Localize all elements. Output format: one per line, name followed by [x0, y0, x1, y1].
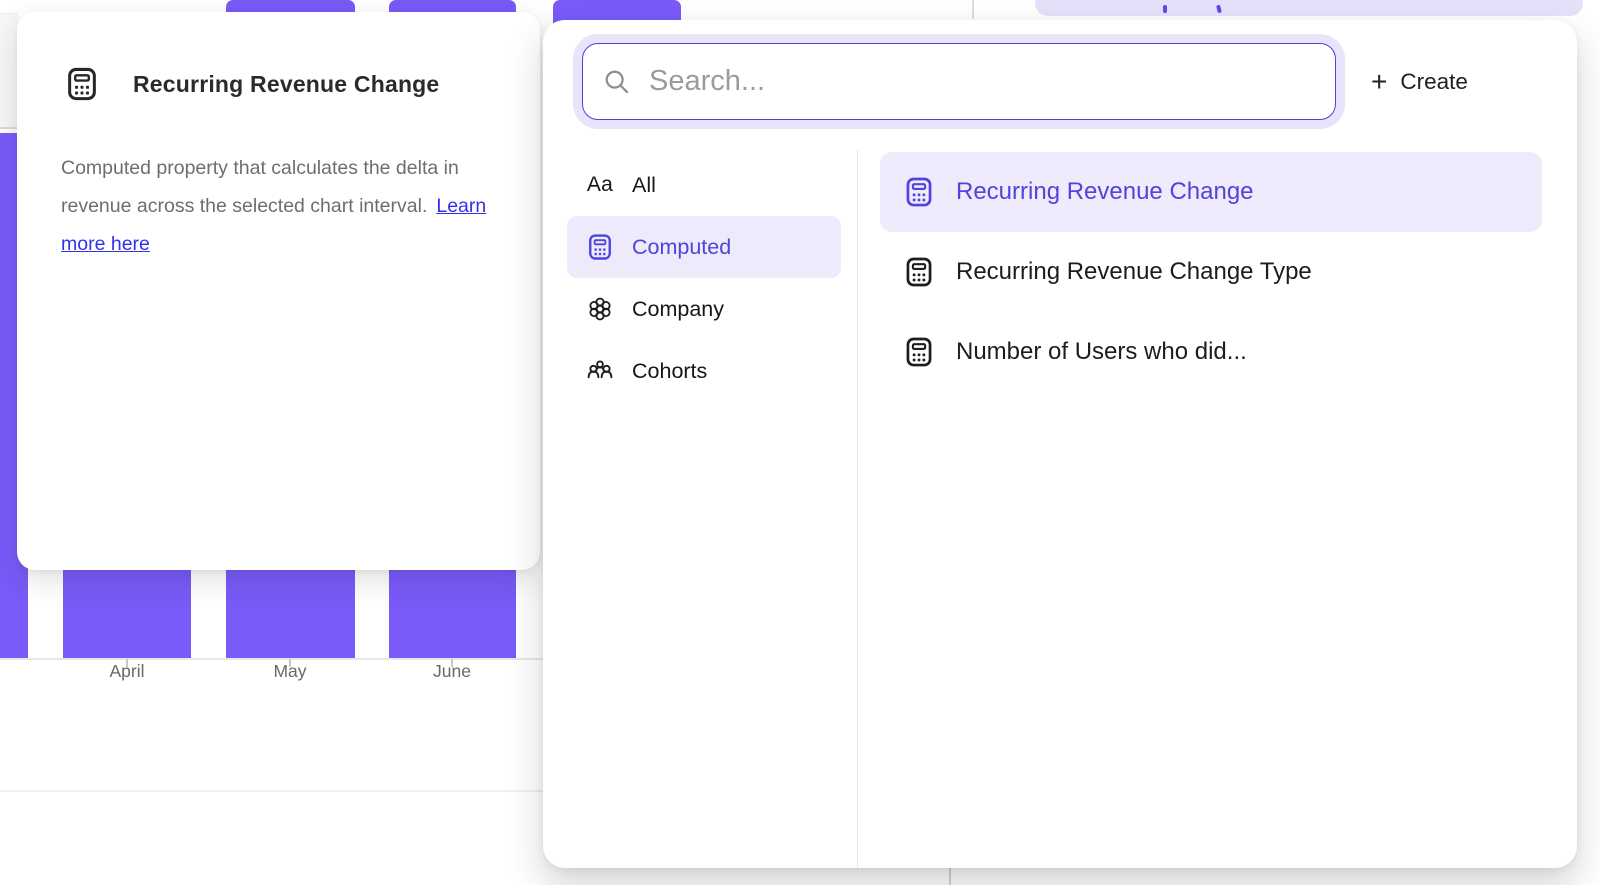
search-box[interactable] [582, 43, 1336, 120]
result-recurring-revenue-change-type[interactable]: Recurring Revenue Change Type [880, 232, 1542, 312]
axis-label-june: June [407, 661, 497, 682]
calculator-icon [902, 255, 936, 289]
company-icon [585, 294, 615, 324]
category-label: All [632, 173, 656, 198]
cohorts-icon [585, 356, 615, 386]
axis-label-april: April [82, 661, 172, 682]
results-list: Recurring Revenue Change Recurring Reven… [880, 152, 1542, 392]
category-cohorts[interactable]: Cohorts [567, 340, 841, 402]
tooltip-title: Recurring Revenue Change [133, 71, 439, 98]
category-computed[interactable]: Computed [567, 216, 841, 278]
category-label: Cohorts [632, 359, 707, 384]
grid-line [0, 790, 556, 792]
property-tooltip-card: Recurring Revenue Change Computed proper… [17, 12, 540, 570]
result-number-of-users[interactable]: Number of Users who did... [880, 312, 1542, 392]
background-divider [972, 0, 974, 19]
panel-divider [857, 150, 858, 868]
search-input[interactable] [649, 65, 1315, 98]
category-label: Company [632, 297, 724, 322]
property-chip-partial[interactable] [1035, 0, 1583, 16]
result-recurring-revenue-change[interactable]: Recurring Revenue Change [880, 152, 1542, 232]
app-screen: April May June Recurring Revenue Change … [0, 0, 1600, 885]
category-label: Computed [632, 235, 731, 260]
search-icon [603, 68, 631, 96]
x-axis-line [0, 658, 556, 660]
create-button[interactable]: + Create [1371, 60, 1468, 104]
property-picker-modal: + Create Aa All Computed Company [543, 20, 1577, 868]
calculator-icon [902, 335, 936, 369]
chip-text-fragment [1163, 5, 1167, 13]
tooltip-description-text: Computed property that calculates the de… [61, 157, 459, 217]
text-aa-icon: Aa [585, 170, 615, 200]
tooltip-description: Computed property that calculates the de… [61, 149, 500, 263]
calculator-icon [902, 175, 936, 209]
plus-icon: + [1371, 68, 1387, 96]
result-label: Recurring Revenue Change [956, 178, 1254, 206]
background-divider [949, 866, 951, 885]
category-company[interactable]: Company [567, 278, 841, 340]
tooltip-header: Recurring Revenue Change [17, 12, 540, 103]
result-label: Number of Users who did... [956, 338, 1247, 366]
axis-label-may: May [245, 661, 335, 682]
create-button-label: Create [1400, 69, 1468, 95]
calculator-icon [63, 65, 101, 103]
chip-text-fragment [1216, 5, 1221, 14]
category-all[interactable]: Aa All [567, 154, 841, 216]
category-list: Aa All Computed Company Cohorts [567, 154, 841, 402]
result-label: Recurring Revenue Change Type [956, 258, 1312, 286]
background-panel-edge [0, 13, 18, 129]
calculator-icon [585, 232, 615, 262]
